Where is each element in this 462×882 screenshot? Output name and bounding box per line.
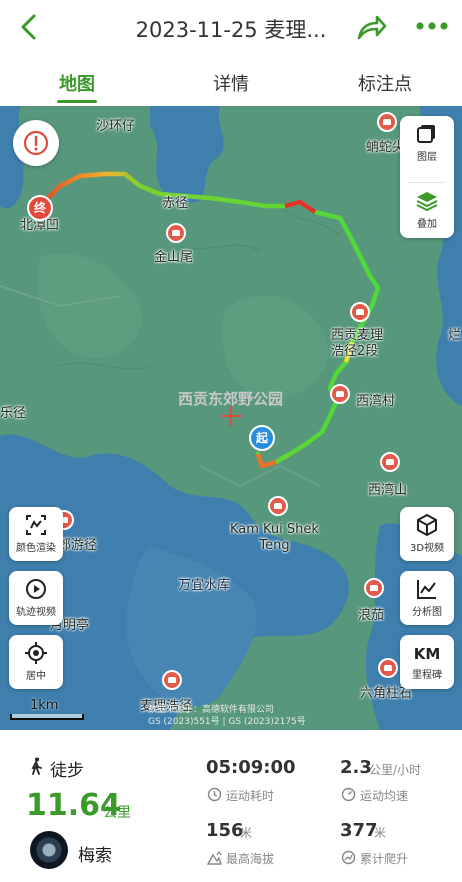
park-label: 西贡东郊野公园 bbox=[178, 390, 284, 408]
track-video-button[interactable]: 轨迹视频 bbox=[9, 571, 63, 625]
center-button[interactable]: 居中 bbox=[9, 635, 63, 689]
avatar[interactable] bbox=[30, 831, 68, 869]
overlay-label: 叠加 bbox=[417, 219, 437, 230]
layers-button[interactable]: 图层 bbox=[400, 122, 454, 182]
place-label: 金山尾 bbox=[154, 250, 194, 265]
share-arrow-icon[interactable] bbox=[355, 12, 387, 42]
analysis-chart-button[interactable]: 分析图 bbox=[400, 571, 454, 625]
place-label: 西湾山 bbox=[368, 483, 408, 498]
locate-center-icon bbox=[25, 642, 47, 664]
reservoir-label: 万宜水库 bbox=[178, 578, 231, 593]
color-render-button[interactable]: 颜色渲染 bbox=[9, 507, 63, 561]
max-altitude-label: 最高海拔 bbox=[226, 852, 275, 866]
milestone-label: 里程碑 bbox=[412, 670, 442, 681]
poi-marker[interactable] bbox=[350, 302, 370, 322]
color-render-label: 颜色渲染 bbox=[16, 543, 56, 554]
analysis-chart-label: 分析图 bbox=[412, 607, 442, 618]
duration-value: 05:09:00 bbox=[206, 757, 296, 778]
km-milestone-icon: KM bbox=[413, 645, 441, 663]
color-render-icon bbox=[26, 515, 46, 535]
poi-marker[interactable] bbox=[377, 112, 397, 132]
stack-icon bbox=[416, 192, 438, 212]
poi-marker[interactable] bbox=[378, 658, 398, 678]
scale-bar bbox=[10, 714, 84, 720]
place-label: 郊游径 bbox=[58, 538, 98, 553]
3d-video-button[interactable]: 3D视频 bbox=[400, 507, 454, 561]
username[interactable]: 梅索 bbox=[78, 841, 112, 866]
distance-unit: 公里 bbox=[103, 805, 131, 821]
place-label: 赤径 bbox=[162, 196, 189, 211]
poi-marker[interactable] bbox=[380, 452, 400, 472]
hiking-icon bbox=[31, 757, 42, 775]
poi-marker[interactable] bbox=[166, 223, 186, 243]
alert-circle-icon bbox=[23, 130, 49, 156]
milestone-button[interactable]: KM 里程碑 bbox=[400, 635, 454, 689]
total-climb-unit: 米 bbox=[374, 826, 387, 840]
layers-icon bbox=[417, 125, 435, 143]
poi-marker[interactable] bbox=[162, 670, 182, 690]
center-label: 居中 bbox=[26, 671, 46, 682]
poi-marker[interactable] bbox=[330, 384, 350, 404]
tab-bar: 地图 详情 标注点 bbox=[0, 56, 462, 106]
speed-icon bbox=[341, 787, 356, 802]
poi-marker[interactable] bbox=[268, 496, 288, 516]
copyright-line: GS (2023)551号 | GS (2023)2175号 bbox=[148, 717, 306, 727]
place-label: Kam Kui Shek Teng bbox=[230, 522, 319, 553]
map-terrain bbox=[0, 106, 462, 730]
tab-markers[interactable]: 标注点 bbox=[330, 70, 440, 96]
map-scale: 1km bbox=[10, 698, 84, 720]
chevron-left-icon[interactable] bbox=[14, 12, 44, 42]
duration-label: 运动耗时 bbox=[226, 789, 275, 803]
climb-icon bbox=[341, 850, 356, 865]
overlay-button[interactable]: 叠加 bbox=[400, 189, 454, 249]
scale-label: 1km bbox=[30, 698, 59, 713]
3d-video-label: 3D视频 bbox=[409, 543, 445, 554]
line-chart-icon bbox=[417, 580, 436, 599]
copyright-line: 数据来源于：高德软件有限公司 bbox=[148, 705, 275, 715]
stats-panel: 徒步 11.64 公里 梅索 05:09:00 运动耗时 2.3 公里/小时 运… bbox=[0, 730, 462, 882]
clock-icon bbox=[207, 787, 222, 802]
avg-speed-label: 运动均速 bbox=[360, 789, 409, 803]
max-altitude-value: 156 bbox=[206, 820, 244, 841]
top-bar: 2023-11-25 麦理... bbox=[0, 0, 462, 56]
tab-details[interactable]: 详情 bbox=[176, 70, 286, 96]
track-video-label: 轨迹视频 bbox=[16, 607, 56, 618]
place-label: 烂 bbox=[448, 328, 462, 343]
divider bbox=[408, 182, 446, 183]
avg-speed-value: 2.3 bbox=[340, 757, 372, 778]
place-label: 西湾村 bbox=[356, 394, 396, 409]
map-layer-panel: 图层 叠加 bbox=[400, 116, 454, 238]
place-label: 浪茄 bbox=[358, 608, 385, 623]
sport-type: 徒步 bbox=[50, 761, 84, 781]
place-label: 沙环仔 bbox=[96, 119, 136, 134]
map-copyright: 数据来源于：高德软件有限公司 GS (2023)551号 | GS (2023)… bbox=[148, 704, 306, 728]
page-title: 2023-11-25 麦理... bbox=[135, 18, 327, 42]
cube-3d-icon bbox=[417, 513, 437, 537]
tab-map[interactable]: 地图 bbox=[22, 70, 132, 96]
poi-marker[interactable] bbox=[364, 578, 384, 598]
max-altitude-unit: 米 bbox=[240, 826, 253, 840]
play-circle-icon bbox=[26, 579, 46, 599]
end-marker[interactable]: 终 bbox=[27, 195, 53, 221]
alert-button[interactable] bbox=[13, 120, 59, 166]
more-dots-icon[interactable] bbox=[415, 18, 449, 34]
start-marker[interactable]: 起 bbox=[249, 425, 275, 451]
total-climb-label: 累计爬升 bbox=[360, 852, 409, 866]
place-label: 乐径 bbox=[0, 406, 27, 421]
place-label: 西贡麦理 浩径2段 bbox=[331, 328, 384, 359]
map-view[interactable]: 沙环仔 蚺蛇尖 赤径 金山尾 北潭凹 西贡麦理 浩径2段 西湾村 西贡东郊野公园… bbox=[0, 106, 462, 730]
active-tab-indicator bbox=[57, 100, 97, 103]
layers-label: 图层 bbox=[417, 152, 437, 163]
total-climb-value: 377 bbox=[340, 820, 378, 841]
avg-speed-unit: 公里/小时 bbox=[369, 763, 422, 777]
altitude-icon bbox=[207, 850, 222, 865]
